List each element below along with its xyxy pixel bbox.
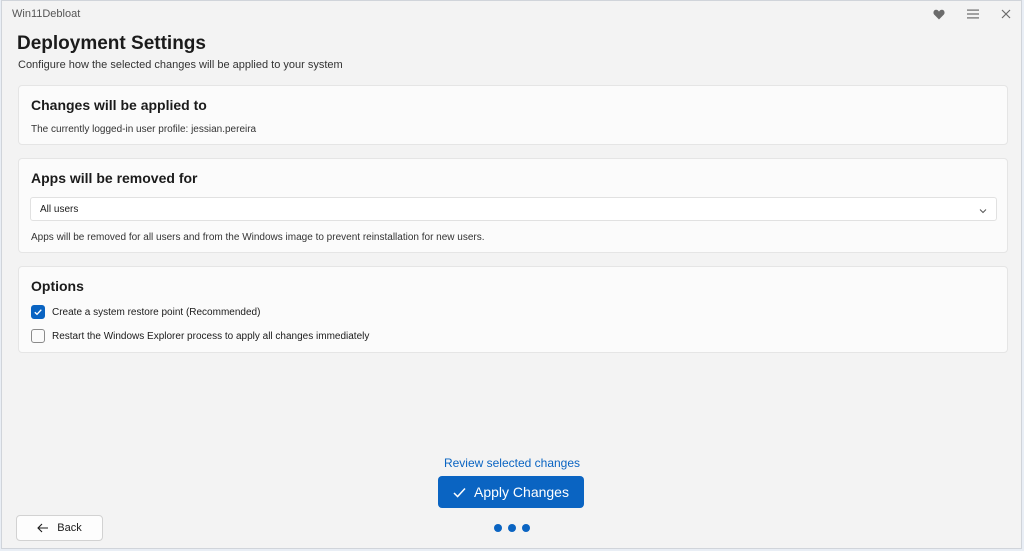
progress-dot <box>508 524 516 532</box>
chevron-down-icon <box>978 203 988 214</box>
heart-icon[interactable] <box>926 4 952 24</box>
dropdown-selected-value: All users <box>40 204 79 215</box>
close-icon[interactable] <box>993 4 1019 24</box>
apps-removed-for-dropdown[interactable]: All users <box>30 197 997 221</box>
restart-explorer-checkbox[interactable] <box>31 329 45 343</box>
title-bar: Win11Debloat <box>2 1 1021 27</box>
back-label: Back <box>57 522 82 534</box>
restore-point-option[interactable]: Create a system restore point (Recommend… <box>31 304 260 320</box>
checkmark-icon <box>453 487 466 498</box>
arrow-left-icon <box>37 523 49 533</box>
page-subtitle: Configure how the selected changes will … <box>18 59 343 71</box>
options-heading: Options <box>31 278 84 294</box>
applied-to-text: The currently logged-in user profile: je… <box>31 124 257 135</box>
progress-dots <box>494 524 536 532</box>
restore-point-label: Create a system restore point (Recommend… <box>52 306 261 318</box>
restart-explorer-label: Restart the Windows Explorer process to … <box>52 330 370 342</box>
restart-explorer-option[interactable]: Restart the Windows Explorer process to … <box>31 328 369 344</box>
apply-changes-label: Apply Changes <box>474 484 569 500</box>
back-button[interactable]: Back <box>16 515 103 541</box>
checkmark-icon <box>34 309 42 316</box>
applied-to-card: Changes will be applied to The currently… <box>18 85 1008 145</box>
options-card: Options Create a system restore point (R… <box>18 266 1008 353</box>
apply-changes-button[interactable]: Apply Changes <box>438 476 584 508</box>
applied-to-heading: Changes will be applied to <box>31 97 207 113</box>
apps-removed-card: Apps will be removed for All users Apps … <box>18 158 1008 253</box>
restore-point-checkbox[interactable] <box>31 305 45 319</box>
app-title: Win11Debloat <box>12 8 81 20</box>
progress-dot <box>522 524 530 532</box>
apps-removed-heading: Apps will be removed for <box>31 170 198 186</box>
menu-icon[interactable] <box>960 4 986 24</box>
progress-dot <box>494 524 502 532</box>
apps-removed-description: Apps will be removed for all users and f… <box>31 232 485 243</box>
review-selected-changes-link[interactable]: Review selected changes <box>0 456 1024 470</box>
page-title: Deployment Settings <box>17 33 206 54</box>
